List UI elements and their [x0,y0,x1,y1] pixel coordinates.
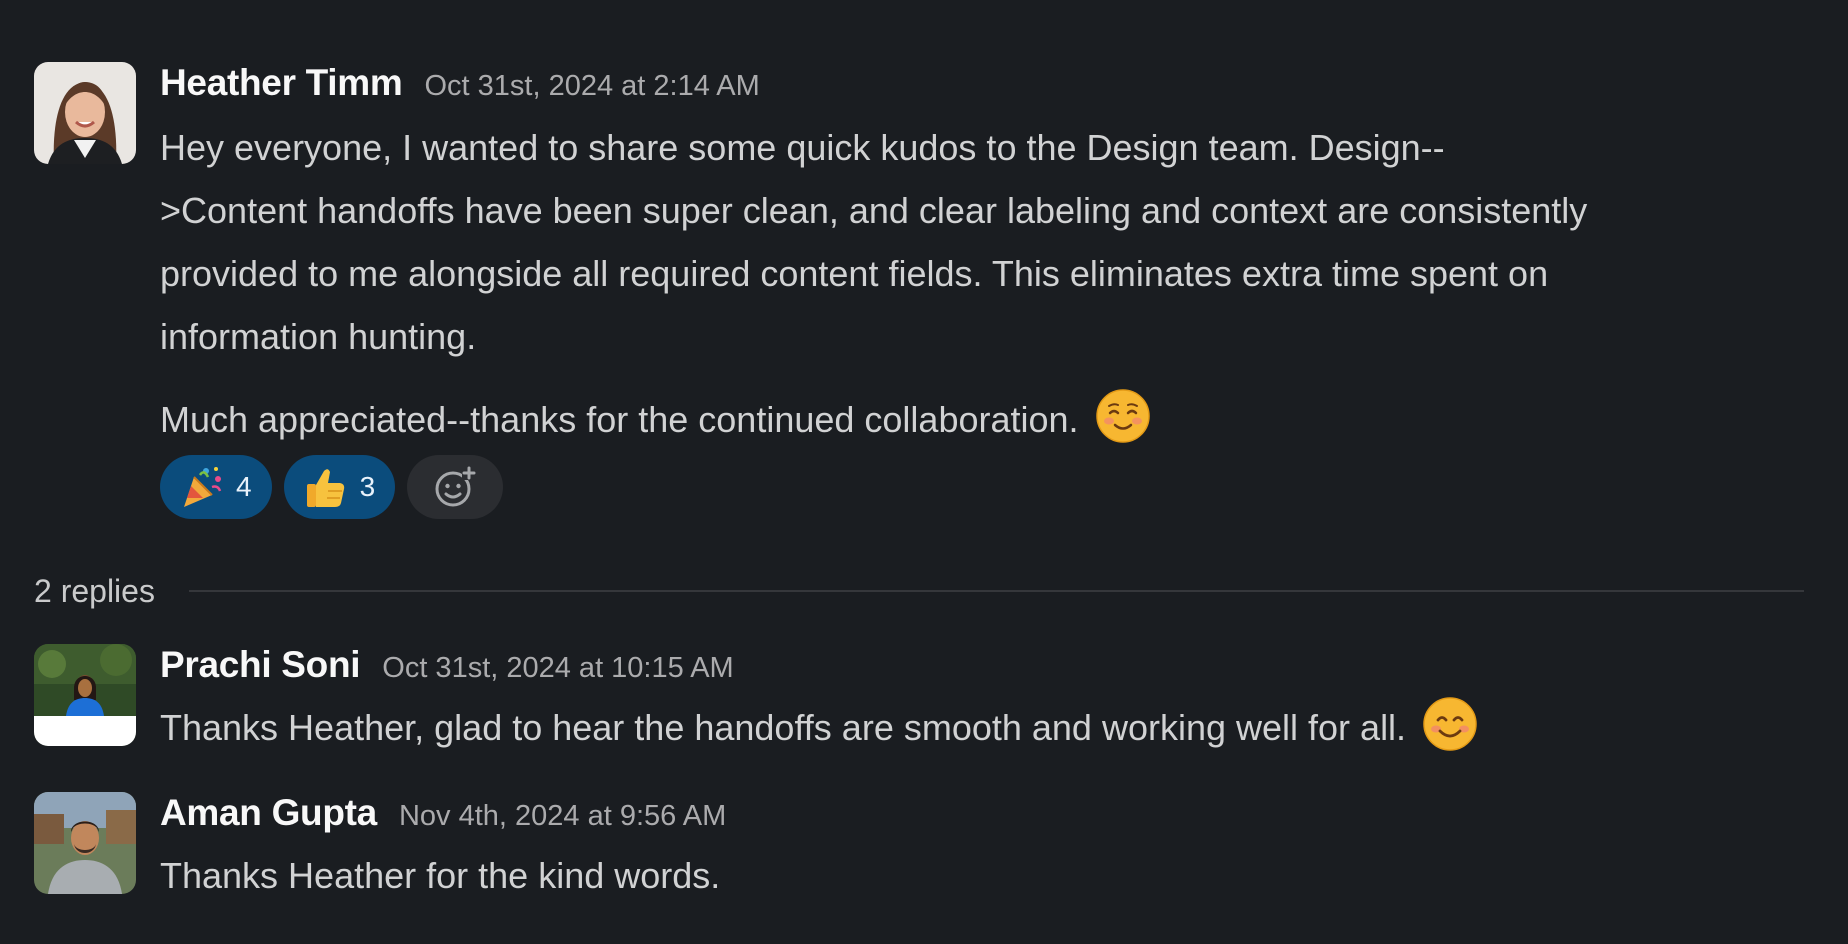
reaction-party-popper[interactable]: 4 [160,455,272,519]
avatar-image [34,62,136,164]
reaction-thumbs-up[interactable]: 3 [283,455,396,519]
message-content: Prachi Soni Oct 31st, 2024 at 10:15 AM T… [160,644,1828,759]
reply-text: Thanks Heather, glad to hear the handoff… [160,696,1828,759]
add-reaction-button[interactable] [407,455,504,519]
main-message: Heather Timm Oct 31st, 2024 at 2:14 AM H… [0,62,1848,542]
message-line: Thanks Heather, glad to hear the handoff… [160,707,1407,748]
message-line: Much appreciated--thanks for the continu… [160,399,1079,440]
reply-text: Thanks Heather for the kind words. [160,844,1828,907]
author-name[interactable]: Aman Gupta [160,792,377,834]
message-paragraph-2: Much appreciated--thanks for the continu… [160,388,1828,451]
reactions-bar: 4 3 [160,455,1828,519]
reply-message: Aman Gupta Nov 4th, 2024 at 9:56 AM Than… [0,792,1848,902]
author-name[interactable]: Heather Timm [160,62,403,104]
smiling-face-icon [1422,696,1478,752]
message-header: Aman Gupta Nov 4th, 2024 at 9:56 AM [160,792,1828,840]
relaxed-smiling-face-icon [1095,388,1151,444]
message-line: >Content handoffs have been super clean,… [160,190,1588,231]
reaction-count: 3 [359,471,376,502]
message-header: Prachi Soni Oct 31st, 2024 at 10:15 AM [160,644,1828,692]
thread-view: Heather Timm Oct 31st, 2024 at 2:14 AM H… [0,0,1848,944]
avatar-image [34,644,136,746]
divider-line [188,590,1804,592]
reaction-count: 4 [236,471,252,502]
message-line: information hunting. [160,316,477,357]
add-reaction-icon [435,466,477,507]
message-content: Aman Gupta Nov 4th, 2024 at 9:56 AM Than… [160,792,1828,907]
message-paragraph-1: Hey everyone, I wanted to share some qui… [160,116,1828,368]
avatar-aman-gupta[interactable] [34,792,136,894]
party-popper-icon [178,463,226,511]
replies-divider: 2 replies [34,568,1804,614]
thumbs-up-icon [302,463,350,511]
replies-count: 2 replies [34,572,155,609]
author-name[interactable]: Prachi Soni [160,644,361,686]
avatar-heather-timm[interactable] [34,62,136,164]
reply-message: Prachi Soni Oct 31st, 2024 at 10:15 AM T… [0,644,1848,754]
message-timestamp[interactable]: Nov 4th, 2024 at 9:56 AM [399,800,726,833]
message-timestamp[interactable]: Oct 31st, 2024 at 2:14 AM [424,70,759,103]
message-timestamp[interactable]: Oct 31st, 2024 at 10:15 AM [382,652,733,685]
avatar-image [34,792,136,894]
message-content: Heather Timm Oct 31st, 2024 at 2:14 AM H… [160,62,1828,519]
message-header: Heather Timm Oct 31st, 2024 at 2:14 AM [160,62,1828,110]
message-line: Hey everyone, I wanted to share some qui… [160,127,1445,168]
avatar-prachi-soni[interactable] [34,644,136,746]
message-line: Thanks Heather for the kind words. [160,855,721,896]
message-line: provided to me alongside all required co… [160,253,1549,294]
